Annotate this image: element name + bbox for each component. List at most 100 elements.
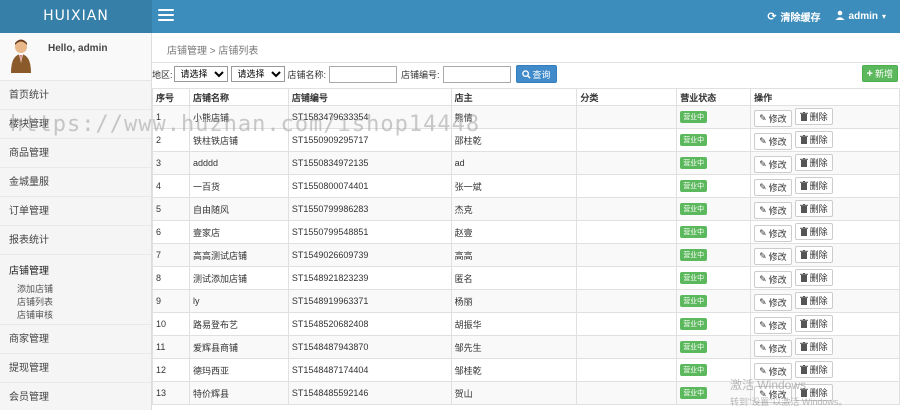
- sidebar-subitem-shop-list[interactable]: 店铺列表: [9, 296, 151, 309]
- delete-label: 删除: [809, 180, 828, 191]
- delete-button[interactable]: 删除: [794, 153, 833, 171]
- edit-button[interactable]: ✎ 修改: [754, 201, 792, 219]
- edit-button[interactable]: ✎ 修改: [754, 339, 792, 357]
- sidebar-item-orders[interactable]: 订单管理: [0, 197, 151, 226]
- region-select-2[interactable]: 请选择: [230, 66, 285, 82]
- delete-label: 删除: [809, 157, 828, 168]
- trash-icon: [799, 318, 808, 328]
- cell-status: 营业中: [676, 358, 752, 382]
- delete-button[interactable]: 删除: [794, 130, 833, 148]
- shop-name-input[interactable]: [329, 65, 398, 83]
- delete-label: 删除: [809, 203, 828, 214]
- cell-category: [576, 220, 678, 244]
- sidebar-item-jincheng[interactable]: 金城量服: [0, 168, 151, 197]
- cell-status: 营业中: [676, 243, 752, 267]
- sidebar-item-members[interactable]: 会员管理: [0, 383, 151, 410]
- edit-label: 修改: [768, 320, 787, 331]
- sidebar-item-shop-management[interactable]: 店铺管理: [9, 262, 151, 277]
- delete-button[interactable]: 删除: [794, 176, 833, 194]
- edit-button[interactable]: ✎ 修改: [754, 178, 792, 196]
- cell-no: 7: [152, 243, 190, 267]
- cell-name: 小熊店铺: [188, 105, 289, 129]
- edit-button[interactable]: ✎ 修改: [754, 109, 792, 127]
- edit-button[interactable]: ✎ 修改: [754, 385, 792, 403]
- cell-actions: ✎ 修改 删除: [750, 381, 900, 405]
- cell-actions: ✎ 修改 删除: [750, 105, 900, 129]
- cell-actions: ✎ 修改 删除: [750, 335, 900, 359]
- edit-button[interactable]: ✎ 修改: [754, 247, 792, 265]
- edit-label: 修改: [768, 228, 787, 239]
- col-header-code: 店铺编号: [287, 88, 452, 106]
- pencil-icon: ✎: [759, 250, 767, 261]
- delete-button[interactable]: 删除: [794, 199, 833, 217]
- delete-label: 删除: [809, 226, 828, 237]
- delete-button[interactable]: 删除: [794, 314, 833, 332]
- edit-button[interactable]: ✎ 修改: [754, 293, 792, 311]
- delete-button[interactable]: 删除: [794, 107, 833, 125]
- pencil-icon: ✎: [759, 181, 767, 192]
- cell-category: [576, 266, 678, 290]
- delete-button[interactable]: 删除: [794, 245, 833, 263]
- search-button[interactable]: 查询: [515, 65, 557, 83]
- hamburger-icon[interactable]: [158, 9, 174, 23]
- chevron-down-icon: ▾: [881, 12, 886, 21]
- edit-label: 修改: [768, 113, 787, 124]
- cell-status: 营业中: [676, 128, 752, 152]
- sidebar-item-withdraw[interactable]: 提现管理: [0, 354, 151, 383]
- delete-button[interactable]: 删除: [794, 291, 833, 309]
- delete-button[interactable]: 删除: [794, 337, 833, 355]
- table-row: 11 爱辉县商铺 ST1548487943870 邹先生 营业中 ✎ 修改 删除: [152, 335, 900, 359]
- clear-cache-button[interactable]: ⟳ 清除缓存: [767, 9, 820, 24]
- shop-name-label: 店铺名称:: [287, 69, 327, 80]
- cell-category: [576, 243, 678, 267]
- cell-category: [576, 174, 678, 198]
- add-shop-button[interactable]: + 新增: [861, 65, 898, 82]
- cell-category: [576, 151, 678, 175]
- cell-status: 营业中: [676, 220, 752, 244]
- cell-owner: 赵壹: [450, 220, 578, 244]
- cell-code: ST1548487943870: [287, 335, 452, 359]
- sidebar-subitem-add-shop[interactable]: 添加店铺: [9, 283, 151, 296]
- status-badge: 营业中: [680, 249, 708, 261]
- cell-actions: ✎ 修改 删除: [750, 266, 900, 290]
- delete-button[interactable]: 删除: [794, 383, 833, 401]
- cell-name: adddd: [188, 151, 289, 175]
- edit-button[interactable]: ✎ 修改: [754, 362, 792, 380]
- table-row: 1 小熊店铺 ST1583479633354 熊倩 营业中 ✎ 修改 删除: [152, 105, 900, 129]
- edit-button[interactable]: ✎ 修改: [754, 224, 792, 242]
- cell-status: 营业中: [676, 197, 752, 221]
- sidebar-item-goods[interactable]: 商品管理: [0, 139, 151, 168]
- sidebar-subitem-shop-review[interactable]: 店铺审核: [9, 309, 151, 322]
- refresh-icon: ⟳: [767, 11, 777, 23]
- region-select-1[interactable]: 请选择: [173, 66, 228, 82]
- cell-no: 2: [152, 128, 190, 152]
- pencil-icon: ✎: [759, 342, 767, 353]
- status-badge: 营业中: [680, 111, 708, 123]
- edit-button[interactable]: ✎ 修改: [754, 155, 792, 173]
- cell-code: ST1548520682408: [287, 312, 452, 336]
- shop-no-input[interactable]: [442, 65, 511, 83]
- filter-bar: 地区: 请选择 请选择 店铺名称: 店铺编号: 查询: [152, 64, 557, 84]
- cell-code: ST1550799986283: [287, 197, 452, 221]
- delete-button[interactable]: 删除: [794, 268, 833, 286]
- trash-icon: [799, 180, 808, 190]
- edit-button[interactable]: ✎ 修改: [754, 132, 792, 150]
- cell-code: ST1548921823239: [287, 266, 452, 290]
- sidebar-item-merchants[interactable]: 商家管理: [0, 325, 151, 354]
- sidebar-item-reports[interactable]: 报表统计: [0, 226, 151, 255]
- pencil-icon: ✎: [759, 158, 767, 169]
- delete-button[interactable]: 删除: [794, 360, 833, 378]
- cell-status: 营业中: [676, 105, 752, 129]
- greeting: Hello, admin: [48, 43, 108, 54]
- trash-icon: [799, 387, 808, 397]
- app-logo[interactable]: HUIXIAN: [0, 0, 152, 33]
- plus-icon: +: [866, 67, 873, 80]
- edit-button[interactable]: ✎ 修改: [754, 270, 792, 288]
- col-header-name: 店铺名称: [188, 88, 289, 106]
- edit-button[interactable]: ✎ 修改: [754, 316, 792, 334]
- user-name: admin: [848, 11, 878, 22]
- sidebar-item-home-stats[interactable]: 首页统计: [0, 81, 151, 110]
- delete-button[interactable]: 删除: [794, 222, 833, 240]
- sidebar-item-building[interactable]: 楼块管理: [0, 110, 151, 139]
- user-menu[interactable]: admin ▾: [835, 10, 886, 23]
